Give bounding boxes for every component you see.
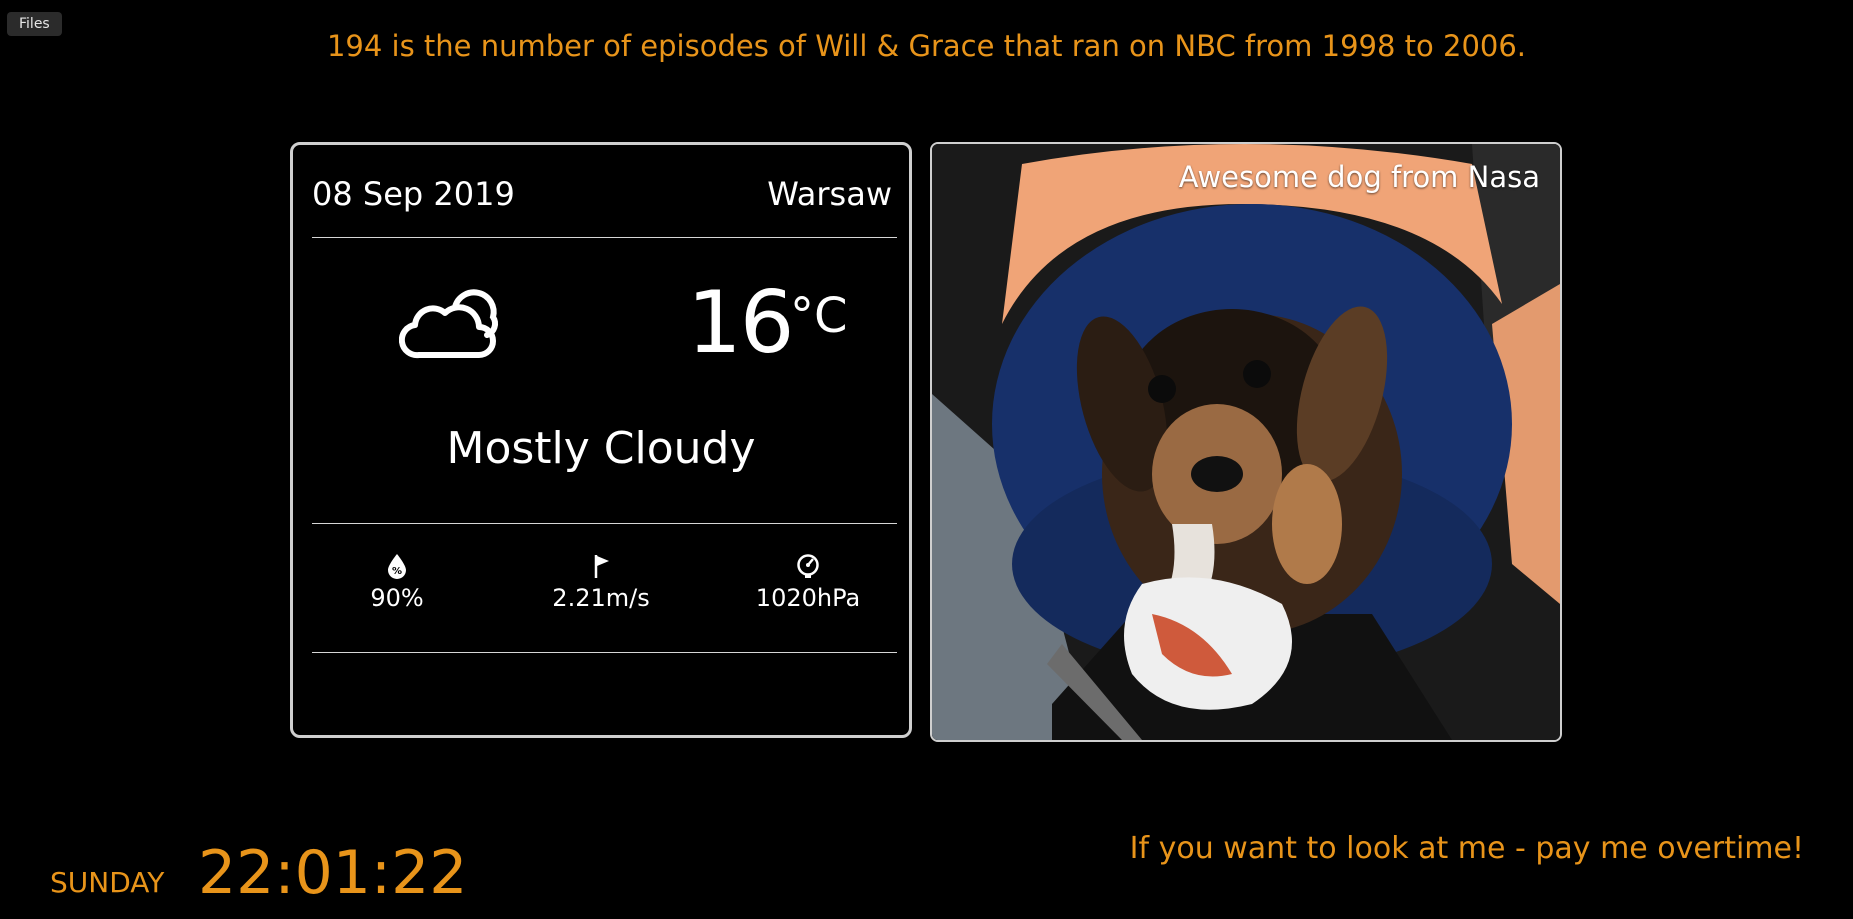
cloud-icon [399, 289, 498, 359]
humidity-icon: % [388, 554, 406, 579]
pressure-value: 1020hPa [755, 584, 861, 612]
temperature-value: 16 [687, 273, 794, 373]
weather-date: 08 Sep 2019 [312, 175, 515, 213]
photo-card: Awesome dog from Nasa [930, 142, 1562, 742]
photo-caption: Awesome dog from Nasa [1178, 160, 1540, 194]
svg-text:%: % [392, 566, 402, 577]
weather-city: Warsaw [767, 175, 892, 213]
clock: 22:01:22 [198, 838, 468, 908]
dashboard-stage: Files 194 is the number of episodes of W… [0, 0, 1853, 827]
wind-flag-icon [594, 555, 609, 578]
divider [312, 237, 897, 238]
humidity-stat: % 90% [307, 553, 487, 613]
weather-condition: Mostly Cloudy [446, 423, 756, 474]
dog-photo [932, 144, 1560, 740]
temperature-unit: °C [790, 288, 848, 344]
weather-card: 08 Sep 2019 Warsaw 16 °C Mostly Cloudy %… [290, 142, 912, 738]
overtime-message: If you want to look at me - pay me overt… [1129, 831, 1804, 866]
divider [312, 523, 897, 524]
wind-value: 2.21m/s [552, 584, 650, 612]
pressure-gauge-icon [797, 554, 819, 578]
humidity-value: 90% [370, 584, 424, 612]
fact-banner: 194 is the number of episodes of Will & … [326, 29, 1527, 63]
pressure-stat: 1020hPa [718, 553, 898, 613]
day-of-week: SUNDAY [50, 866, 165, 899]
divider [312, 652, 897, 653]
wind-stat: 2.21m/s [511, 553, 691, 613]
